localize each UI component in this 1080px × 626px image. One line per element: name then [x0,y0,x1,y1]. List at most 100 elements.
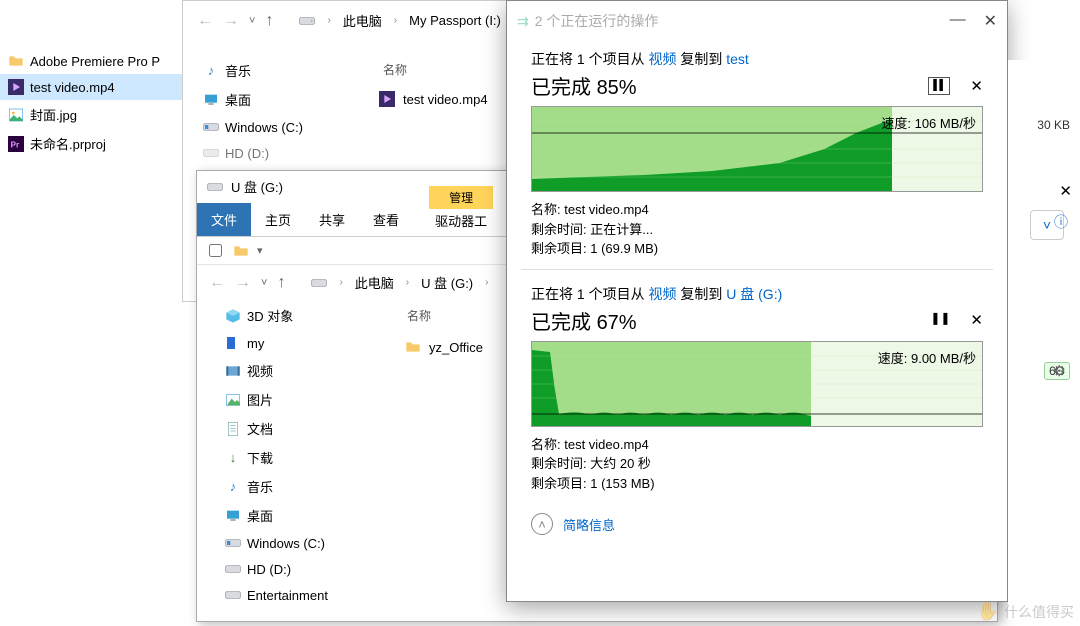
tree-item[interactable]: my [217,330,387,356]
help-button[interactable]: ⓘ [1054,212,1068,232]
copy-operation: 正在将 1 个项目从 视频 复制到 U 盘 (G:) 已完成 67% ❚❚ ✕ … [507,270,1007,504]
ribbon-tools-tab[interactable]: 驱动器工 [431,209,491,236]
file-item[interactable]: test video.mp4 [0,74,182,100]
tree-item[interactable]: HD (D:) [217,556,387,582]
documents-icon [225,421,241,437]
file-item[interactable]: 封面.jpg [0,100,182,129]
dialog-titlebar: ⇉ 2 个正在运行的操作 — ✕ [507,1,1007,35]
operation-meta: 名称: test video.mp4 剩余时间: 正在计算... 剩余项目: 1… [531,200,983,259]
tree-item[interactable]: HD (D:) [197,140,357,166]
file-name: test video.mp4 [403,92,488,107]
meta-remaining-time: 剩余时间: 正在计算... [531,220,983,240]
drive-icon [203,119,219,135]
dialog-title: 2 个正在运行的操作 [535,11,659,31]
downloads-icon: ↓ [225,450,241,466]
ribbon-file-tab[interactable]: 文件 [197,203,251,236]
speed-chart: 速度: 9.00 MB/秒 [531,341,983,427]
breadcrumb-item[interactable]: U 盘 (G:) [421,273,473,292]
gear-icon[interactable]: ⚙ [1053,362,1066,380]
tree-item[interactable]: ♪音乐 [197,56,357,85]
folder-icon [405,339,421,355]
premiere-file-icon [8,79,24,95]
title-text: U 盘 (G:) [231,177,283,196]
meta-remaining-items: 剩余项目: 1 (69.9 MB) [531,239,983,259]
meta-name: 名称: test video.mp4 [531,435,983,455]
folder-name: yz_Office [429,340,483,355]
folder-icon [233,243,249,259]
file-label: 封面.jpg [30,105,77,124]
breadcrumb-sep: › [392,15,399,26]
tree-item[interactable]: 3D 对象 [217,301,387,330]
ribbon-context-label: 管理 [429,186,493,209]
background-window-fragment: 30 KB ✕ ˅ ⓘ 6G ⚙ [1008,60,1080,620]
file-row[interactable]: test video.mp4 [379,91,488,107]
ribbon-view-tab[interactable]: 查看 [359,203,413,236]
nav-tree: ♪音乐 桌面 Windows (C:) HD (D:) [197,56,357,166]
tree-item[interactable]: 桌面 [197,85,357,114]
breadcrumb-item[interactable]: 此电脑 [343,11,382,30]
close-button[interactable]: ✕ [1059,182,1072,200]
tree-item[interactable]: Windows (C:) [197,114,357,140]
progress-percent: 已完成 85% [531,71,637,100]
source-link[interactable]: 视频 [648,286,676,302]
breadcrumb-item[interactable]: 此电脑 [355,273,394,292]
drive-icon [203,145,219,161]
pictures-icon [225,392,241,408]
cancel-button[interactable]: ✕ [970,311,983,329]
folder-row[interactable]: yz_Office [405,339,483,355]
breadcrumb-sep: › [325,15,332,26]
up-button[interactable]: ↑ [277,274,285,292]
desktop-icon [203,92,219,108]
dest-link[interactable]: U 盘 (G:) [726,286,782,302]
folder-icon [225,335,241,351]
forward-button[interactable]: → [223,12,239,30]
tree-item[interactable]: Windows (C:) [217,530,387,556]
drive-icon [207,179,223,195]
file-item[interactable]: Pr 未命名.prproj [0,129,182,158]
pause-button[interactable]: ▌▌ [928,77,950,95]
drive-icon [225,561,241,577]
up-button[interactable]: ↑ [265,12,273,30]
desktop-file-list: Adobe Premiere Pro P test video.mp4 封面.j… [0,0,182,626]
column-header-name[interactable]: 名称 [407,307,431,324]
breadcrumb-item[interactable]: My Passport (I:) [409,13,501,28]
tree-item[interactable]: 桌面 [217,501,387,530]
file-label: test video.mp4 [30,80,115,95]
3d-objects-icon [225,308,241,324]
dest-link[interactable]: test [726,51,749,67]
tree-item[interactable]: 文档 [217,414,387,443]
pause-button[interactable]: ❚❚ [930,311,950,329]
tree-item[interactable]: ↓下载 [217,443,387,472]
cancel-button[interactable]: ✕ [970,77,983,95]
history-dropdown[interactable]: ˅ [261,277,267,289]
folder-icon [8,53,24,69]
tree-item[interactable]: 图片 [217,385,387,414]
svg-text:Pr: Pr [11,140,19,149]
operation-description: 正在将 1 个项目从 视频 复制到 U 盘 (G:) [531,284,983,304]
tree-item[interactable]: Entertainment [217,582,387,608]
breadcrumb-sep: › [483,277,490,288]
history-dropdown[interactable]: ˅ [249,15,255,27]
tree-item[interactable]: 视频 [217,356,387,385]
videos-icon [225,363,241,379]
source-link[interactable]: 视频 [648,51,676,67]
minimize-button[interactable]: — [950,11,966,31]
tree-item[interactable]: ♪音乐 [217,472,387,501]
close-button[interactable]: ✕ [984,11,997,31]
meta-remaining-time: 剩余时间: 大约 20 秒 [531,454,983,474]
desktop-icon [225,508,241,524]
copy-icon: ⇉ [517,13,529,30]
back-button[interactable]: ← [197,12,213,30]
less-details-toggle[interactable]: ˄ 简略信息 [507,503,1007,545]
copy-progress-dialog: ⇉ 2 个正在运行的操作 — ✕ 正在将 1 个项目从 视频 复制到 test … [506,0,1008,602]
premiere-file-icon [379,91,395,107]
ribbon-share-tab[interactable]: 共享 [305,203,359,236]
select-all-checkbox[interactable] [209,244,222,257]
back-button[interactable]: ← [209,274,225,292]
image-file-icon [8,107,24,123]
column-header-name[interactable]: 名称 [383,61,407,78]
prproj-icon: Pr [8,136,24,152]
ribbon-home-tab[interactable]: 主页 [251,203,305,236]
file-item[interactable]: Adobe Premiere Pro P [0,48,182,74]
forward-button[interactable]: → [235,274,251,292]
